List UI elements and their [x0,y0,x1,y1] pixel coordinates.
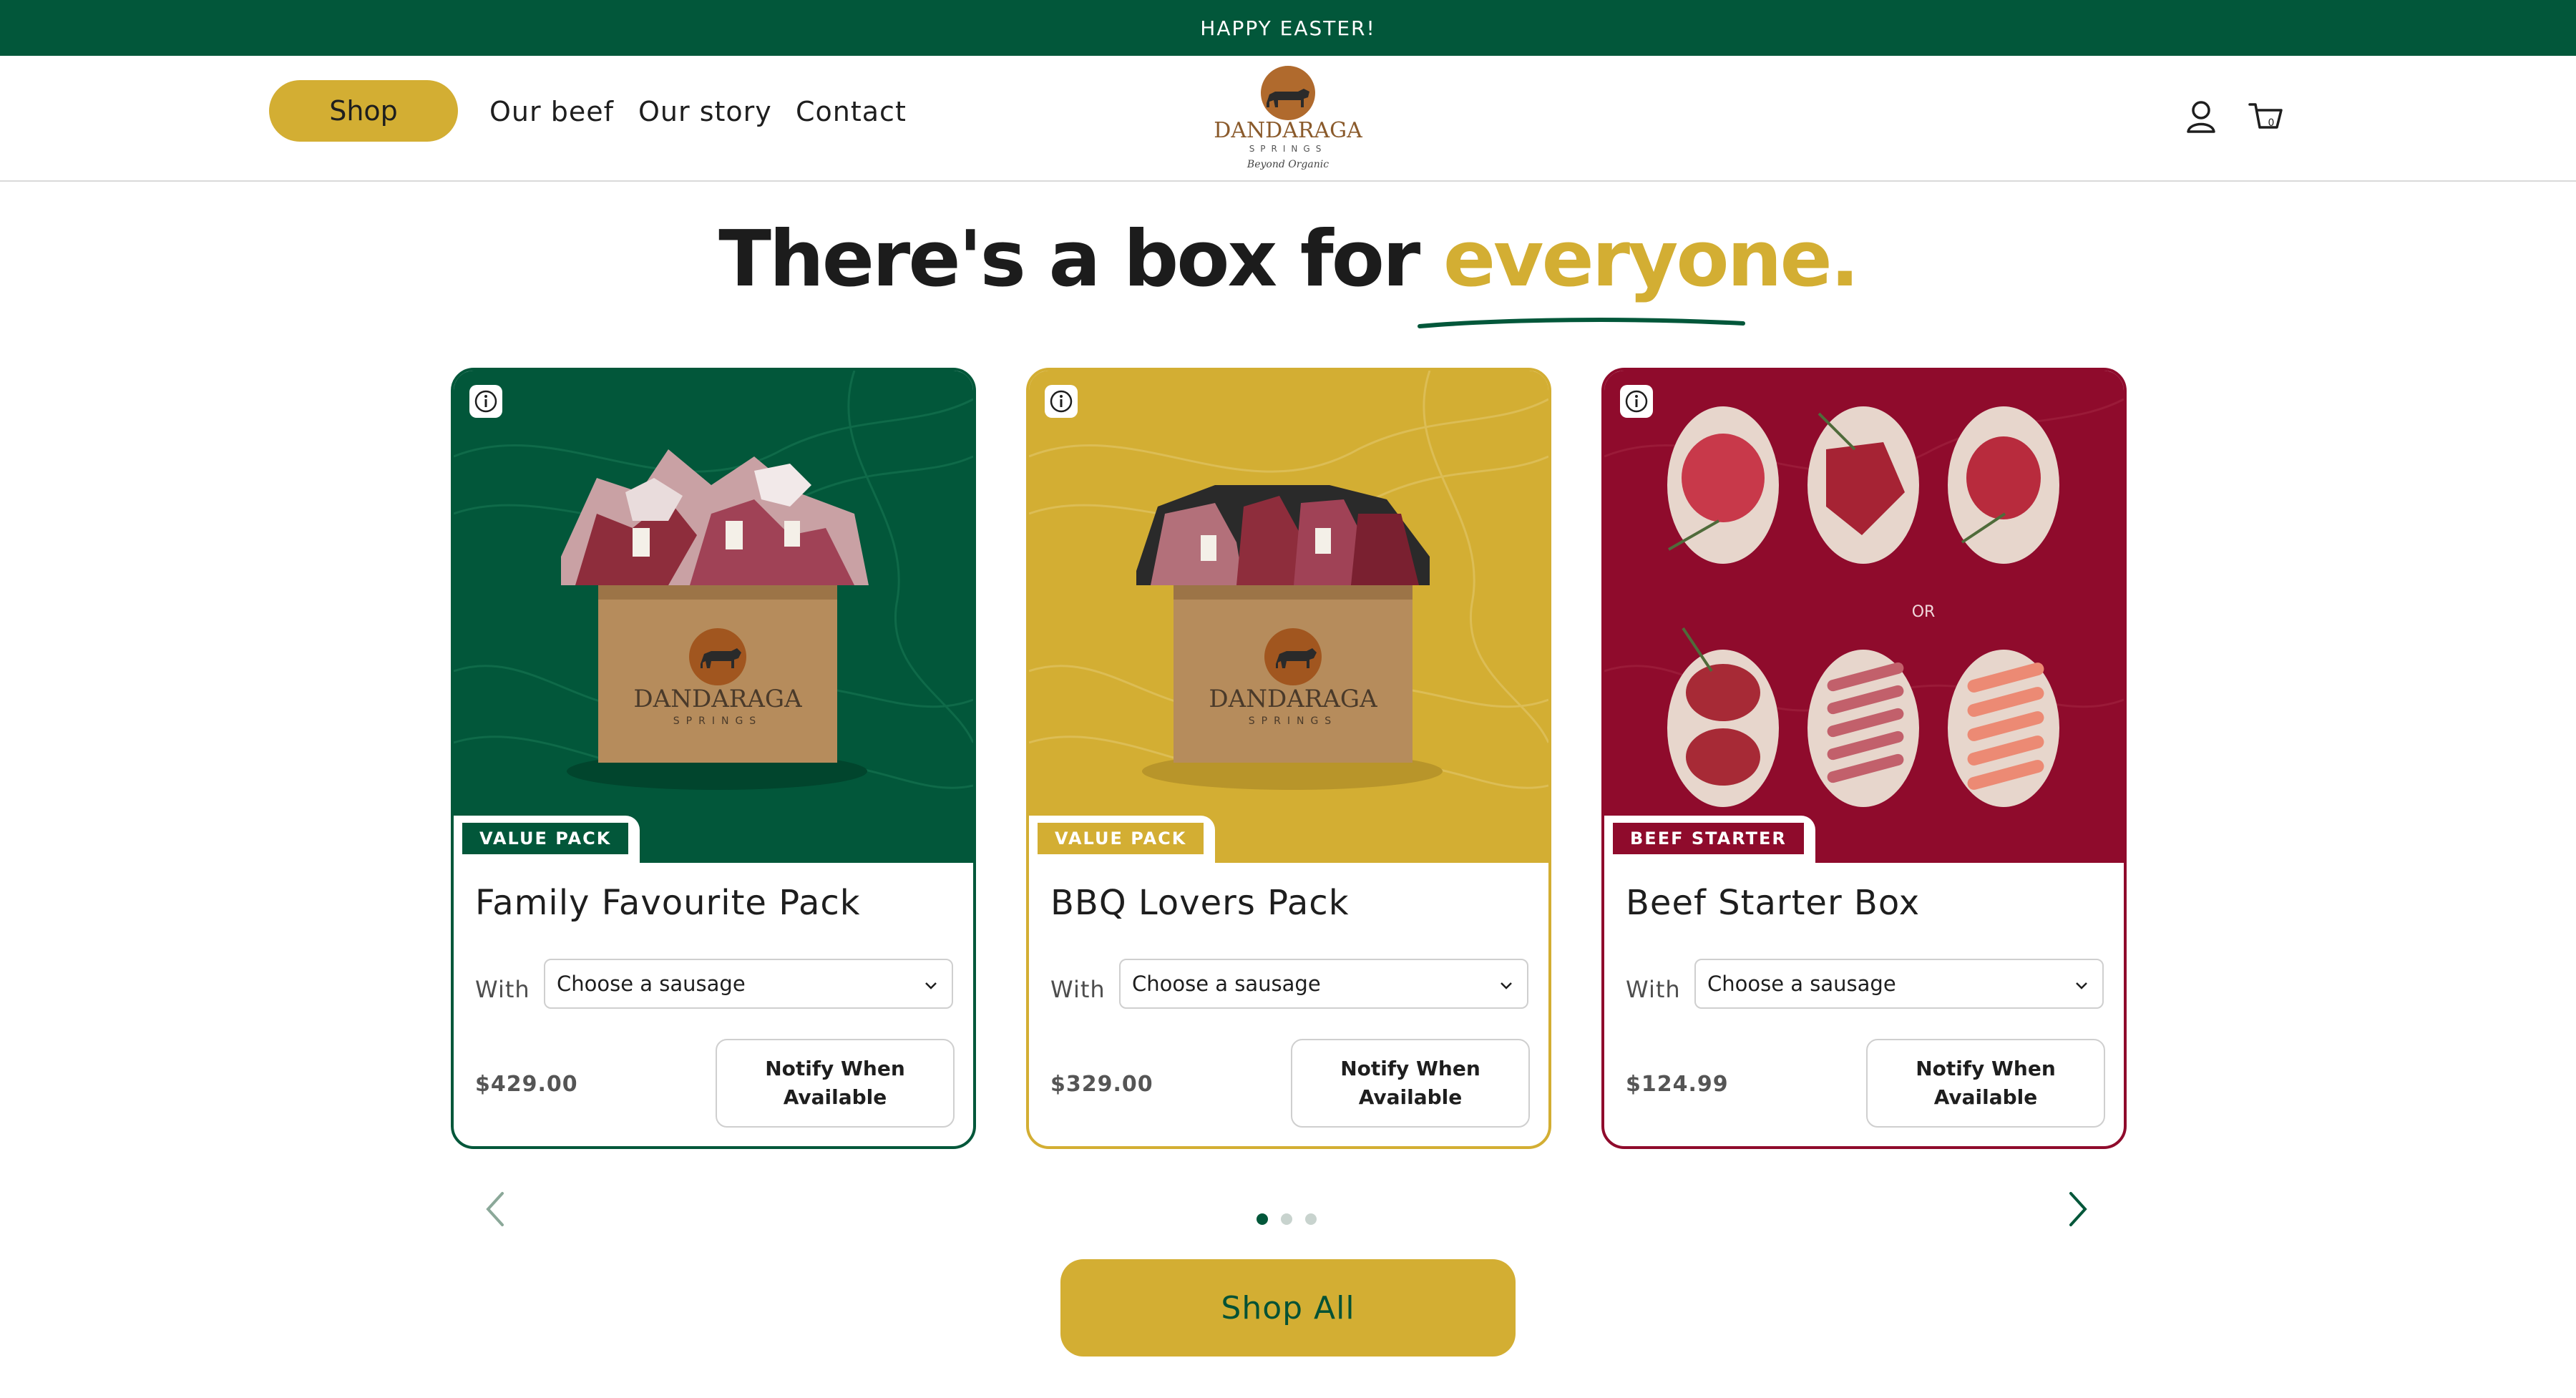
heading-accent: everyone. [1443,215,1860,304]
sausage-select[interactable]: Choose a sausage [1119,959,1528,1009]
badge-container: BEEF STARTER [1604,816,1815,863]
logo-wordmark: DANDARAGA [1214,118,1362,143]
select-value: Choose a sausage [1132,972,1321,996]
product-price: $329.00 [1050,1071,1153,1097]
account-icon[interactable] [2180,96,2223,139]
nav-our-beef-link[interactable]: Our beef [489,92,614,132]
product-price: $124.99 [1626,1071,1729,1097]
or-label: OR [1912,603,1936,621]
notify-when-available-button[interactable]: Notify When Available [1866,1039,2105,1128]
carousel-pagination [1257,1213,1321,1228]
box-brand-text: DANDARAGA [1209,685,1377,713]
shop-all-button[interactable]: Shop All [1060,1259,1516,1357]
sausage-select[interactable]: Choose a sausage [1694,959,2104,1009]
product-title[interactable]: Family Favourite Pack [475,883,861,923]
nav-shop-button[interactable]: Shop [269,80,458,142]
product-image[interactable]: DANDARAGA SPRINGS VALUE PACK [454,371,973,863]
box-sub-text: SPRINGS [673,715,762,727]
with-label: With [1626,976,1681,1003]
brand-logo[interactable]: DANDARAGA SPRINGS Beyond Organic [1209,63,1367,175]
cart-count: 0 [2268,117,2275,129]
announcement-text: HAPPY EASTER! [1200,16,1376,40]
info-icon[interactable] [469,385,502,418]
notify-when-available-button[interactable]: Notify When Available [716,1039,955,1128]
carousel-dot[interactable] [1281,1213,1292,1225]
site-header: Shop Our beef Our story Contact DANDARAG… [0,56,2576,182]
product-card-family-favourite[interactable]: DANDARAGA SPRINGS VALUE PACK Family Favo… [451,368,976,1149]
heading-main: There's a box for [718,215,1443,304]
nav-contact-link[interactable]: Contact [796,92,907,132]
section-heading: There's a box for everyone. [0,215,2576,304]
product-title[interactable]: Beef Starter Box [1626,883,1920,923]
product-title[interactable]: BBQ Lovers Pack [1050,883,1350,923]
chevron-down-icon [925,982,937,989]
carousel-prev-button[interactable] [481,1188,509,1231]
announcement-bar: HAPPY EASTER! [0,0,2576,56]
box-brand-text: DANDARAGA [633,685,802,713]
chevron-down-icon [2076,982,2087,989]
logo-subtitle: SPRINGS [1249,144,1327,154]
heading-underline-decoration [1418,318,1745,328]
product-badge: VALUE PACK [462,823,629,854]
product-card-beef-starter[interactable]: OR BEEF STARTER Beef Starter Box With Ch… [1601,368,2127,1149]
product-image[interactable]: DANDARAGA SPRINGS VALUE PACK [1029,371,1548,863]
product-card-bbq-lovers[interactable]: DANDARAGA SPRINGS VALUE PACK BBQ Lovers … [1026,368,1551,1149]
logo-tagline: Beyond Organic [1246,159,1329,170]
product-badge: VALUE PACK [1038,823,1204,854]
select-value: Choose a sausage [557,972,746,996]
badge-container: VALUE PACK [454,816,640,863]
info-icon[interactable] [1045,385,1078,418]
box-sub-text: SPRINGS [1249,715,1337,727]
chevron-down-icon [1501,982,1512,989]
chevron-left-icon [486,1192,504,1226]
cart-icon[interactable]: 0 [2244,96,2287,139]
carousel-dot-active[interactable] [1257,1213,1268,1225]
select-value: Choose a sausage [1707,972,1896,996]
carousel-next-button[interactable] [2064,1188,2092,1231]
product-image[interactable]: OR BEEF STARTER [1604,371,2124,863]
chevron-right-icon [2069,1192,2087,1226]
sausage-select[interactable]: Choose a sausage [544,959,953,1009]
badge-container: VALUE PACK [1029,816,1216,863]
with-label: With [1050,976,1106,1003]
with-label: With [475,976,530,1003]
nav-our-story-link[interactable]: Our story [638,92,772,132]
notify-when-available-button[interactable]: Notify When Available [1291,1039,1530,1128]
carousel-dot[interactable] [1305,1213,1317,1225]
product-price: $429.00 [475,1071,578,1097]
info-icon[interactable] [1620,385,1653,418]
product-badge: BEEF STARTER [1613,823,1804,854]
